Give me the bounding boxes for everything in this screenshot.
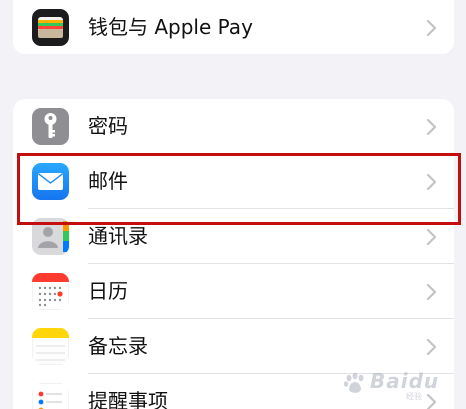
chevron-right-icon (426, 339, 437, 355)
reminders-icon (32, 383, 69, 409)
mail-label: 邮件 (88, 169, 128, 193)
baidu-watermark: Baidu 经验 (342, 369, 460, 401)
watermark-text: Baidu (370, 369, 440, 393)
chevron-right-icon (426, 229, 437, 245)
chevron-right-icon (426, 119, 437, 135)
chevron-right-icon (426, 284, 437, 300)
wallet-apple-pay-label: 钱包与 Apple Pay (88, 15, 253, 39)
calendar-icon (32, 273, 69, 310)
notes-label: 备忘录 (88, 334, 148, 358)
contacts-icon (32, 218, 69, 255)
chevron-right-icon (426, 20, 437, 36)
notes-icon (32, 328, 69, 365)
apps-settings-group: 密码 邮件 通讯录 日历 备忘录 提醒事项 (13, 99, 454, 409)
contacts-label: 通讯录 (88, 224, 148, 248)
mail-row[interactable]: 邮件 (13, 154, 454, 209)
passwords-key-icon (32, 108, 69, 145)
calendar-row[interactable]: 日历 (13, 264, 454, 319)
watermark-subtext: 经验 (406, 392, 422, 401)
baidu-paw-icon (343, 372, 364, 393)
contacts-row[interactable]: 通讯录 (13, 209, 454, 264)
passwords-label: 密码 (88, 114, 128, 138)
wallet-group: 钱包与 Apple Pay (13, 0, 454, 54)
notes-row[interactable]: 备忘录 (13, 319, 454, 374)
wallet-apple-pay-row[interactable]: 钱包与 Apple Pay (13, 0, 454, 54)
passwords-row[interactable]: 密码 (13, 99, 454, 154)
mail-envelope-icon (32, 163, 69, 200)
wallet-icon (32, 9, 69, 46)
calendar-label: 日历 (88, 279, 128, 303)
chevron-right-icon (426, 174, 437, 190)
reminders-label: 提醒事项 (88, 389, 168, 409)
